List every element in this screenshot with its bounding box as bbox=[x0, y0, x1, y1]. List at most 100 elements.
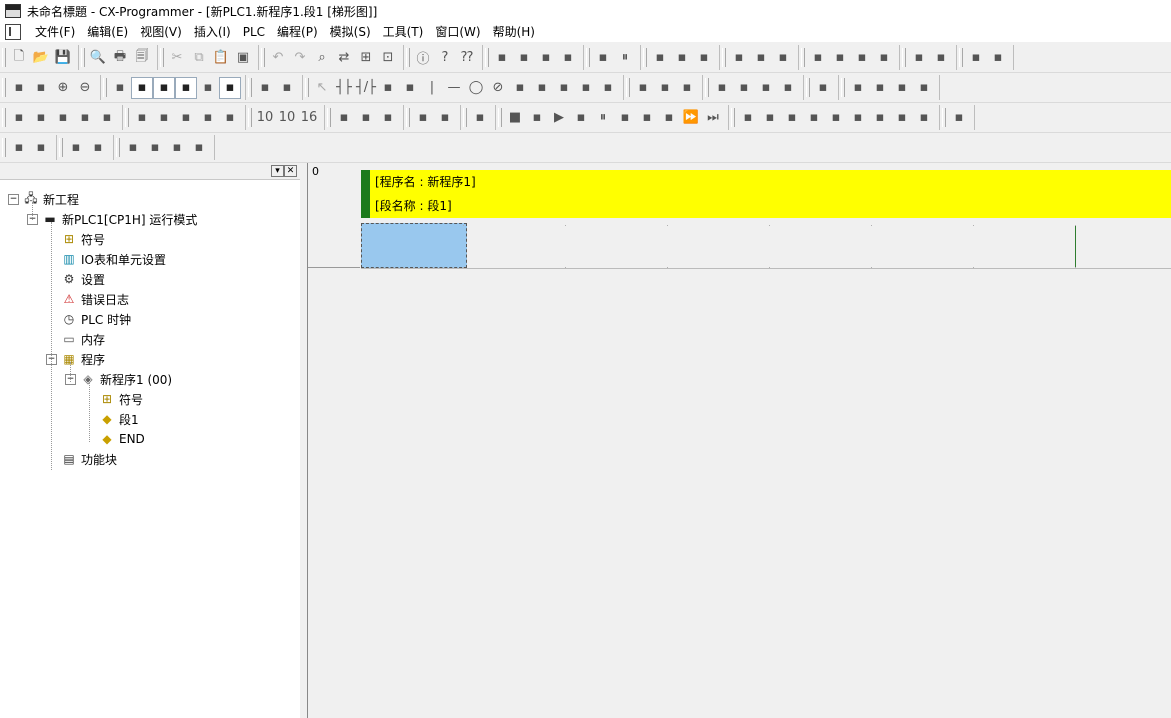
grid-icon[interactable]: ▪ bbox=[109, 77, 131, 99]
menu-window[interactable]: 窗口(W) bbox=[429, 22, 486, 42]
tree-node-settings[interactable]: ⚙ 设置 bbox=[46, 270, 105, 288]
tree-node-error-log[interactable]: ⚠ 错误日志 bbox=[46, 290, 129, 308]
sim-stop2-icon[interactable]: ▪ bbox=[570, 107, 592, 129]
tree-node-plc[interactable]: − ▬ 新PLC1[CP1H] 运行模式 bbox=[27, 210, 197, 228]
sim-pause-icon[interactable]: ⏸ bbox=[592, 107, 614, 129]
line-delete-icon[interactable]: ▪ bbox=[597, 77, 619, 99]
sim-step-icon[interactable]: ▪ bbox=[526, 107, 548, 129]
fb-call-icon[interactable]: ▪ bbox=[632, 77, 654, 99]
bookmark-clear-icon[interactable]: ▪ bbox=[188, 137, 210, 159]
view-sfc-icon[interactable]: ▪ bbox=[913, 77, 935, 99]
sim-return-icon[interactable]: ▪ bbox=[948, 107, 970, 129]
align2-icon[interactable]: ▪ bbox=[87, 137, 109, 159]
nc-contact-icon[interactable]: ┤/├ bbox=[355, 77, 377, 99]
list-icon[interactable]: ▪ bbox=[153, 76, 175, 99]
sim-step-run-icon[interactable]: ▪ bbox=[658, 107, 680, 129]
window-project-icon[interactable]: ▪ bbox=[8, 107, 30, 129]
sim-trigger2-icon[interactable]: ▪ bbox=[847, 107, 869, 129]
redo-icon[interactable]: ↷ bbox=[289, 47, 311, 69]
clipboard-icon[interactable]: ▣ bbox=[232, 47, 254, 69]
ladder-cursor-cell[interactable] bbox=[361, 223, 467, 268]
tree-node-plc-clock[interactable]: ◷ PLC 时钟 bbox=[46, 310, 131, 328]
bin-icon[interactable]: 10 bbox=[254, 107, 276, 129]
tree-node-section1[interactable]: ◆ 段1 bbox=[84, 410, 138, 428]
align-icon[interactable]: ▪ bbox=[65, 137, 87, 159]
sma-icon[interactable]: ▪ bbox=[254, 77, 276, 99]
zoom-tool-icon[interactable]: ▪ bbox=[30, 77, 52, 99]
sim-io3-icon[interactable]: ▪ bbox=[781, 107, 803, 129]
hex-icon[interactable]: 16 bbox=[298, 107, 320, 129]
fb-param2-icon[interactable]: ▪ bbox=[733, 77, 755, 99]
no-contact-icon[interactable]: ┤├ bbox=[333, 77, 355, 99]
address-icon[interactable]: ⊡ bbox=[377, 47, 399, 69]
download-icon[interactable]: ▪ bbox=[693, 47, 715, 69]
work-online-icon[interactable]: ▪ bbox=[491, 47, 513, 69]
transfer-from-icon[interactable]: ▪ bbox=[333, 107, 355, 129]
window-output-icon[interactable]: ▪ bbox=[30, 107, 52, 129]
indent-increase-icon[interactable]: ▪ bbox=[30, 137, 52, 159]
sim-continue-icon[interactable]: ⏩ bbox=[680, 107, 702, 129]
io-table-icon[interactable]: ▪ bbox=[131, 107, 153, 129]
view-mnemonic-icon[interactable]: ▪ bbox=[869, 77, 891, 99]
tree-expander-icon[interactable]: − bbox=[8, 193, 19, 205]
sim-trigger5-icon[interactable]: ▪ bbox=[913, 107, 935, 129]
sim-io-icon[interactable]: ▪ bbox=[737, 107, 759, 129]
rung-body[interactable] bbox=[361, 221, 1171, 269]
mode-program-icon[interactable]: ▪ bbox=[807, 47, 829, 69]
bookmark-prev-icon[interactable]: ▪ bbox=[166, 137, 188, 159]
tree-node-end[interactable]: ◆ END bbox=[84, 430, 144, 448]
mode-debug-icon[interactable]: ▪ bbox=[829, 47, 851, 69]
ladder-editor[interactable]: 0 [程序名 : 新程序1] [段名称 : 段1] bbox=[307, 163, 1171, 718]
cut-icon[interactable]: ✂ bbox=[166, 47, 188, 69]
sim-step-in-icon[interactable]: ▪ bbox=[614, 107, 636, 129]
coil-icon[interactable]: ◯ bbox=[465, 77, 487, 99]
or-nc-contact-icon[interactable]: ▪ bbox=[399, 77, 421, 99]
line-corner-icon[interactable]: ▪ bbox=[575, 77, 597, 99]
zoom-out-icon[interactable]: ⊖ bbox=[74, 77, 96, 99]
pane-splitter[interactable] bbox=[300, 163, 307, 718]
or-contact-icon[interactable]: ▪ bbox=[377, 77, 399, 99]
indent-decrease-icon[interactable]: ▪ bbox=[8, 137, 30, 159]
window-watch-icon[interactable]: ▪ bbox=[52, 107, 74, 129]
sim-end-icon[interactable]: ⏭ bbox=[702, 107, 724, 129]
sim-trigger3-icon[interactable]: ▪ bbox=[869, 107, 891, 129]
view-st-icon[interactable]: ▪ bbox=[891, 77, 913, 99]
menu-file[interactable]: 文件(F) bbox=[29, 22, 81, 42]
mode-run-icon[interactable]: ▪ bbox=[873, 47, 895, 69]
pause-icon[interactable]: ⏸ bbox=[614, 47, 636, 69]
window-properties-icon[interactable]: ▪ bbox=[96, 107, 118, 129]
vertical-icon[interactable]: | bbox=[421, 77, 443, 99]
app-icon[interactable] bbox=[5, 4, 21, 18]
open-folder-icon[interactable]: 📂 bbox=[30, 47, 52, 69]
rung-annotation-icon[interactable]: ▪ bbox=[175, 76, 197, 99]
close-icon[interactable]: ✕ bbox=[284, 165, 297, 177]
select-icon[interactable]: ↖ bbox=[311, 77, 333, 99]
sim-trigger-icon[interactable]: ▪ bbox=[825, 107, 847, 129]
view-ladder-icon[interactable]: ▪ bbox=[847, 77, 869, 99]
bookmark-icon[interactable]: ▪ bbox=[122, 137, 144, 159]
undo-icon[interactable]: ↶ bbox=[267, 47, 289, 69]
sim-step-out-icon[interactable]: ▪ bbox=[636, 107, 658, 129]
zoom-fit-icon[interactable]: ▪ bbox=[8, 77, 30, 99]
cross-ref-icon[interactable]: ⊞ bbox=[355, 47, 377, 69]
find-icon[interactable]: ⌕ bbox=[311, 47, 333, 69]
monitor-icon[interactable]: ▪ bbox=[219, 76, 241, 99]
new-file-icon[interactable]: 🗋 bbox=[8, 47, 30, 69]
print-icon[interactable]: 🖶 bbox=[109, 47, 131, 69]
sim-stop-icon[interactable]: ■ bbox=[504, 107, 526, 129]
memory-icon[interactable]: ▪ bbox=[175, 107, 197, 129]
reset-icon[interactable]: ▪ bbox=[987, 47, 1009, 69]
transfer-icon[interactable]: ▪ bbox=[513, 47, 535, 69]
find-net-icon[interactable]: ▪ bbox=[535, 47, 557, 69]
fb-online-icon[interactable]: ▪ bbox=[676, 77, 698, 99]
menu-plc[interactable]: PLC bbox=[237, 22, 271, 42]
dock-options-icon[interactable]: ▾ bbox=[271, 165, 284, 177]
verify-icon[interactable]: ▪ bbox=[377, 107, 399, 129]
symbol-comment-icon[interactable]: ▪ bbox=[131, 76, 153, 99]
rung-0[interactable]: 0 [程序名 : 新程序1] [段名称 : 段1] bbox=[308, 163, 1171, 269]
tree-node-project[interactable]: − 🖧 新工程 bbox=[8, 190, 79, 208]
program-comment-block[interactable]: [程序名 : 新程序1] [段名称 : 段1] bbox=[361, 170, 1171, 218]
tree-node-programs[interactable]: − ▦ 程序 bbox=[46, 350, 105, 368]
dec-icon[interactable]: 10 bbox=[276, 107, 298, 129]
transfer-to-icon[interactable]: ▪ bbox=[355, 107, 377, 129]
